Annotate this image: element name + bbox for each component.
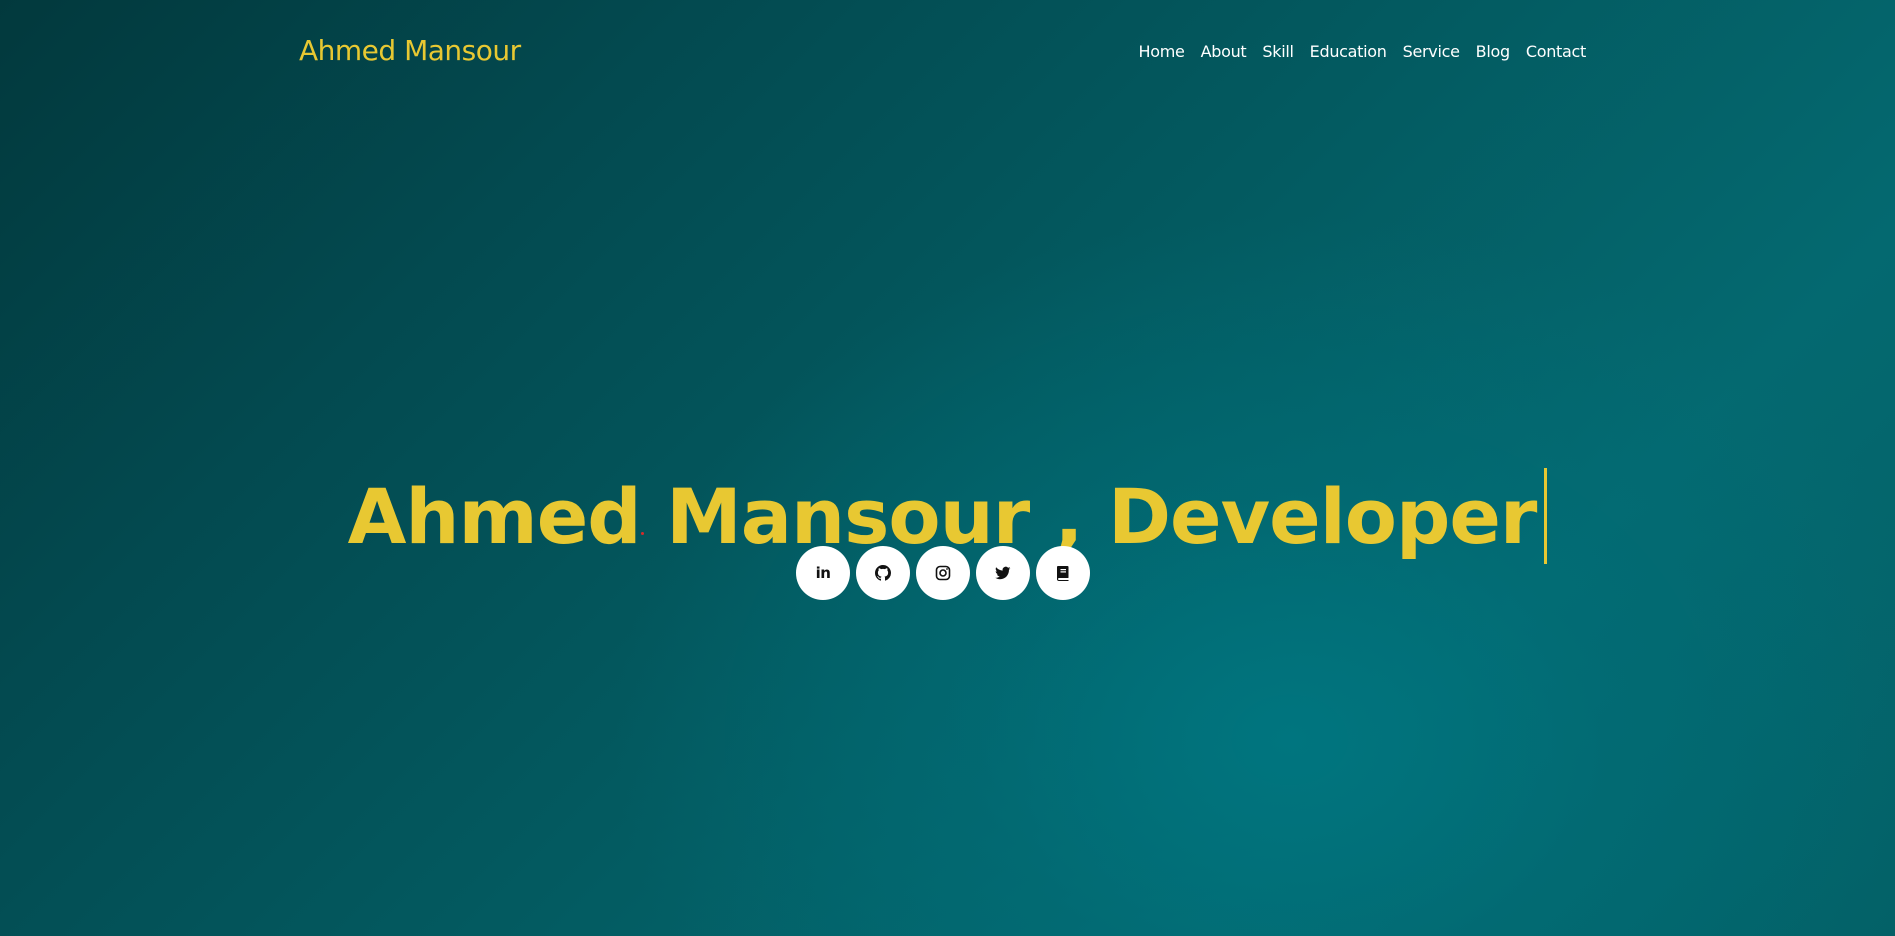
twitter-icon — [995, 565, 1011, 581]
github-icon — [875, 565, 891, 581]
nav-link-education[interactable]: Education — [1310, 42, 1387, 61]
book-icon — [1055, 565, 1071, 581]
nav-link-home[interactable]: Home — [1139, 42, 1185, 61]
nav-link-skill[interactable]: Skill — [1262, 42, 1294, 61]
twitter-button[interactable] — [976, 546, 1030, 600]
blog-button[interactable] — [1036, 546, 1090, 600]
typing-cursor — [1544, 467, 1548, 564]
brand-logo-link[interactable]: Ahmed Mansour — [299, 34, 521, 67]
linkedin-icon: in — [815, 564, 831, 582]
nav-link-about[interactable]: About — [1201, 42, 1247, 61]
linkedin-button[interactable]: in — [796, 546, 850, 600]
social-links: in — [796, 546, 1090, 600]
instagram-icon — [935, 565, 951, 581]
instagram-button[interactable] — [916, 546, 970, 600]
navbar: Ahmed Mansour Home About Skill Education… — [0, 0, 1895, 104]
nav-link-blog[interactable]: Blog — [1476, 42, 1510, 61]
nav-links: Home About Skill Education Service Blog … — [1139, 42, 1587, 61]
nav-link-contact[interactable]: Contact — [1526, 42, 1586, 61]
github-button[interactable] — [856, 546, 910, 600]
decorative-dot — [641, 532, 644, 535]
nav-link-service[interactable]: Service — [1403, 42, 1460, 61]
